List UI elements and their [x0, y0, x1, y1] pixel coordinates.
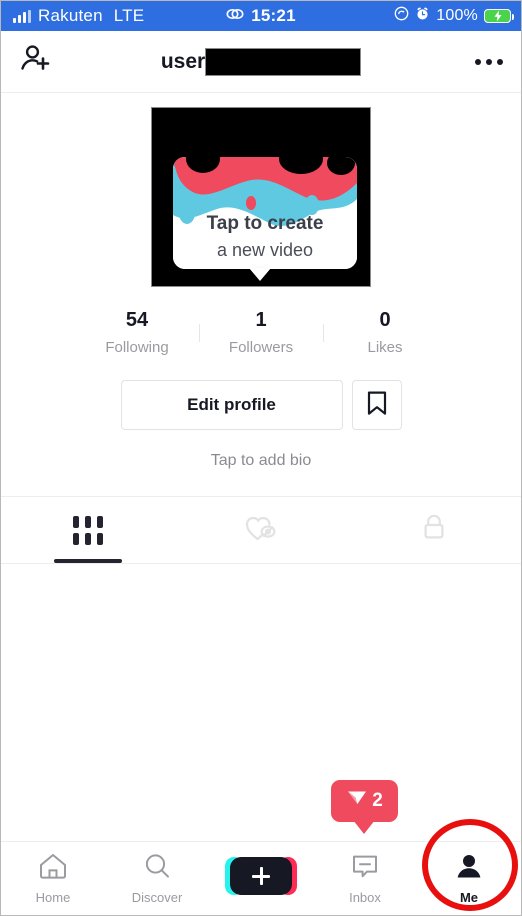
tab-videos[interactable] [1, 497, 174, 563]
link-chain-icon [226, 6, 244, 26]
bookmark-button[interactable] [351, 380, 402, 430]
nav-item-discover[interactable]: Discover [105, 852, 209, 905]
username-text: user [160, 49, 206, 73]
profile-tabs [1, 496, 521, 564]
profile-stats: 54 Following 1 Followers 0 Likes [1, 307, 521, 358]
nav-label: Inbox [349, 890, 381, 905]
tooltip-line2: a new video [216, 240, 314, 260]
create-plus-icon [225, 857, 297, 895]
profile-actions: Edit profile [1, 380, 521, 430]
bottom-navigation: Home Discover Inbox Me [1, 841, 521, 915]
plus-glyph [252, 867, 270, 885]
signal-bars-icon [13, 9, 31, 23]
send-badge[interactable]: 2 [331, 780, 398, 822]
stat-likes[interactable]: 0 Likes [324, 307, 447, 358]
home-icon [38, 852, 68, 885]
carrier-label: Rakuten [38, 6, 103, 25]
nav-item-home[interactable]: Home [1, 852, 105, 905]
heart-hidden-icon [244, 513, 278, 548]
stat-label: Following [105, 339, 169, 356]
stat-following[interactable]: 54 Following [76, 307, 199, 358]
stat-label: Likes [367, 339, 403, 356]
nav-label: Home [35, 890, 71, 905]
bookmark-icon [366, 390, 388, 421]
tooltip-line1: Tap to create [206, 213, 324, 234]
tab-active-underline [53, 559, 122, 563]
tab-private[interactable] [348, 497, 521, 563]
battery-percent-label: 100% [436, 7, 478, 24]
content-area [1, 564, 521, 794]
status-bar: Rakuten LTE 15:21 100% [1, 1, 521, 31]
nav-label: Discover [131, 890, 183, 905]
nav-label: Me [459, 890, 479, 905]
lock-icon [421, 513, 447, 548]
nav-item-create[interactable] [209, 857, 313, 900]
page-title: user [1, 47, 521, 76]
inbox-message-icon [350, 852, 380, 885]
profile-section: 54 Following 1 Followers 0 Likes Edit pr… [1, 93, 521, 470]
stat-label: Followers [228, 339, 294, 356]
network-type-label: LTE [113, 6, 145, 25]
create-button[interactable] [225, 857, 297, 895]
person-icon [454, 852, 484, 885]
tab-liked[interactable] [174, 497, 347, 563]
stat-value: 54 [125, 309, 149, 331]
more-options-icon[interactable] [475, 58, 503, 65]
send-badge-pointer [353, 820, 375, 834]
create-video-tooltip[interactable]: Tap to create a new video [173, 157, 357, 269]
stat-followers[interactable]: 1 Followers [200, 307, 323, 358]
bio-placeholder[interactable]: Tap to add bio [1, 452, 521, 470]
battery-charging-icon [484, 9, 514, 23]
send-badge-count: 2 [372, 790, 383, 811]
status-bar-left: Rakuten LTE [13, 6, 144, 26]
tooltip-text: Tap to create a new video [173, 211, 357, 263]
username-redaction-bar [205, 47, 362, 76]
add-person-icon[interactable] [19, 42, 53, 81]
search-icon [142, 852, 172, 885]
rotation-lock-icon [394, 6, 409, 26]
nav-item-inbox[interactable]: Inbox [313, 852, 417, 905]
phone-screen: Rakuten LTE 15:21 100% user 54 Following… [0, 0, 522, 916]
status-bar-right: 100% [394, 6, 514, 26]
profile-header: user [1, 31, 521, 93]
grid-icon [72, 515, 103, 545]
edit-profile-button[interactable]: Edit profile [120, 380, 343, 430]
alarm-clock-icon [415, 6, 430, 26]
nav-item-me[interactable]: Me [417, 852, 521, 905]
tooltip-pointer [249, 268, 271, 281]
send-plane-icon [346, 788, 368, 814]
stat-value: 1 [255, 309, 267, 331]
clock-label: 15:21 [251, 6, 296, 25]
stat-value: 0 [379, 309, 391, 331]
